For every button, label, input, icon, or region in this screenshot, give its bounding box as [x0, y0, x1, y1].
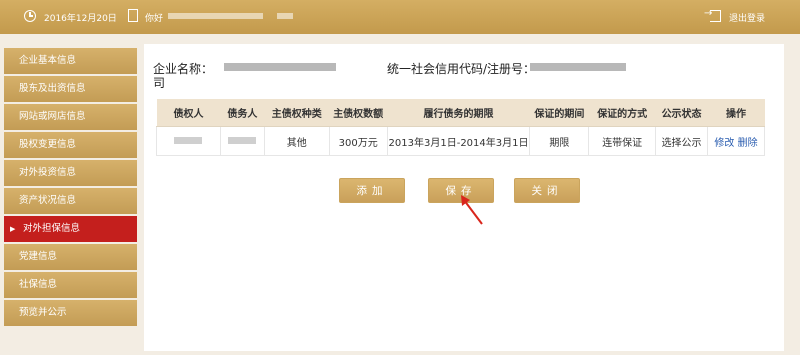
sidebar-item-websites[interactable]: 网站或网店信息	[4, 104, 137, 130]
sidebar-item-label: 党建信息	[19, 251, 58, 262]
top-bar: 2016年12月20日 你好 退出登录	[0, 0, 800, 34]
sidebar-item-equity-changes[interactable]: 股权变更信息	[4, 132, 137, 158]
sidebar-item-label: 股东及出资信息	[19, 83, 86, 94]
sidebar-item-investments[interactable]: 对外投资信息	[4, 160, 137, 186]
clock-icon	[24, 10, 36, 22]
sidebar-item-basic-info[interactable]: 企业基本信息	[4, 48, 137, 74]
sidebar-item-label: 预览并公示	[19, 307, 67, 318]
current-date: 2016年12月20日	[44, 14, 117, 24]
active-arrow-icon: ▶	[10, 225, 16, 233]
sidebar-item-label: 资产状况信息	[19, 195, 77, 206]
sidebar-item-label: 网站或网店信息	[19, 111, 86, 122]
logout-icon[interactable]	[704, 8, 721, 22]
sidebar-item-label: 对外担保信息	[23, 223, 81, 234]
sidebar-item-shareholders[interactable]: 股东及出资信息	[4, 76, 137, 102]
sidebar-item-social-security[interactable]: 社保信息	[4, 272, 137, 298]
redacted-username	[168, 13, 263, 19]
sidebar-item-preview-publish[interactable]: 预览并公示	[4, 300, 137, 326]
sidebar-item-label: 社保信息	[19, 279, 58, 290]
sidebar-item-assets[interactable]: 资产状况信息	[4, 188, 137, 214]
annotation-arrow-icon	[461, 195, 483, 225]
main-panel: 企业名称： 司 统一社会信用代码/注册号： 债权人 债务人 主债权种类 主债权数…	[144, 44, 784, 351]
sidebar-item-label: 对外投资信息	[19, 167, 77, 178]
sidebar-item-label: 企业基本信息	[19, 55, 77, 66]
logout-link[interactable]: 退出登录	[729, 11, 765, 24]
redacted-text	[277, 13, 293, 19]
user-icon	[128, 9, 138, 22]
sidebar-item-label: 股权变更信息	[19, 139, 77, 150]
sidebar: 企业基本信息 股东及出资信息 网站或网店信息 股权变更信息 对外投资信息 资产状…	[4, 48, 137, 328]
user-greeting: 你好	[145, 14, 164, 24]
sidebar-item-party-building[interactable]: 党建信息	[4, 244, 137, 270]
sidebar-item-guarantees[interactable]: ▶ 对外担保信息	[4, 216, 137, 242]
